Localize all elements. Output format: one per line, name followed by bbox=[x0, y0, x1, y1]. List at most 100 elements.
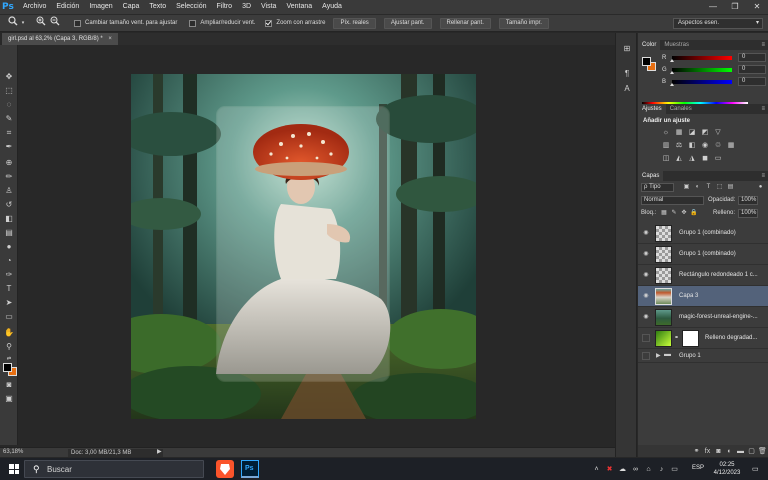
shape-tool-icon[interactable]: ▭ bbox=[3, 311, 15, 323]
lock-all-icon[interactable]: 🔒 bbox=[690, 209, 698, 217]
lock-transparency-icon[interactable]: ▦ bbox=[660, 209, 668, 217]
fill-input[interactable]: 100% bbox=[738, 209, 758, 218]
channel-mixer-icon[interactable]: ♲ bbox=[712, 141, 724, 151]
visibility-off-box[interactable] bbox=[642, 334, 650, 342]
red-slider[interactable]: R 0 bbox=[662, 53, 766, 63]
actual-pixels-button[interactable]: Píx. reales bbox=[333, 17, 376, 29]
blue-slider[interactable]: B 0 bbox=[662, 77, 766, 87]
creative-cloud-icon[interactable]: ∞ bbox=[629, 466, 642, 473]
history-panel-icon[interactable]: ⊞ bbox=[621, 43, 633, 55]
quick-selection-tool-icon[interactable]: ✎ bbox=[3, 113, 15, 125]
print-size-button[interactable]: Tamaño impr. bbox=[498, 17, 549, 29]
hand-tool-icon[interactable]: ✋ bbox=[3, 327, 15, 339]
menu-seleccion[interactable]: Selección bbox=[171, 0, 211, 14]
canvas-area[interactable] bbox=[19, 45, 615, 445]
fit-screen-button[interactable]: Ajustar pant. bbox=[383, 17, 432, 29]
new-layer-icon[interactable]: ▢ bbox=[746, 447, 757, 455]
status-menu-arrow[interactable]: ▶ bbox=[157, 448, 162, 455]
windows-start-icon[interactable] bbox=[9, 464, 19, 474]
layer-name[interactable]: Rectángulo redondeado 1 c... bbox=[679, 272, 758, 278]
crop-tool-icon[interactable]: ⌗ bbox=[3, 127, 15, 139]
antivirus-tray-icon[interactable]: ✖ bbox=[603, 465, 616, 473]
taskbar-clock[interactable]: 02:25 4/12/2023 bbox=[708, 461, 746, 477]
maximize-button[interactable]: ❐ bbox=[724, 0, 746, 14]
layer-row[interactable]: ⚭ Relleno degradad... bbox=[638, 328, 768, 349]
chevron-down-icon[interactable]: ▾ bbox=[20, 16, 26, 30]
zoom-out-icon[interactable] bbox=[48, 16, 62, 30]
layer-filter-select[interactable]: ρ Tipo bbox=[641, 183, 674, 192]
new-group-icon[interactable]: ▬ bbox=[735, 448, 746, 455]
checkbox-box[interactable] bbox=[189, 19, 197, 27]
green-slider[interactable]: G 0 bbox=[662, 65, 766, 75]
color-balance-icon[interactable]: ⚖ bbox=[673, 141, 685, 151]
path-selection-tool-icon[interactable]: ➤ bbox=[3, 297, 15, 309]
invert-icon[interactable]: ◫ bbox=[660, 154, 672, 164]
chevron-up-icon[interactable]: ˄ bbox=[590, 466, 603, 473]
green-track[interactable] bbox=[672, 68, 732, 72]
menu-ventana[interactable]: Ventana bbox=[281, 0, 317, 14]
levels-icon[interactable]: ▦ bbox=[673, 128, 685, 138]
layer-row-selected[interactable]: ◉ Capa 3 bbox=[638, 286, 768, 307]
visibility-eye-icon[interactable]: ◉ bbox=[642, 293, 650, 299]
marquee-tool-icon[interactable]: ⬚ bbox=[3, 85, 15, 97]
layer-row[interactable]: ◉ magic-forest-unreal-engine-... bbox=[638, 307, 768, 328]
move-tool-icon[interactable]: ✥ bbox=[3, 71, 15, 83]
healing-brush-tool-icon[interactable]: ⊕ bbox=[3, 157, 15, 169]
gradient-map-icon[interactable]: ▭ bbox=[712, 154, 724, 164]
fill-screen-button[interactable]: Rellenar pant. bbox=[439, 17, 491, 29]
network-icon[interactable]: ⌂ bbox=[642, 466, 655, 473]
resize-windows-checkbox[interactable]: Cambiar tamaño vent. para ajustar bbox=[74, 19, 177, 27]
menu-capa[interactable]: Capa bbox=[118, 0, 145, 14]
dodge-tool-icon[interactable]: ◔ bbox=[3, 255, 15, 267]
curves-icon[interactable]: ◪ bbox=[686, 128, 698, 138]
history-brush-tool-icon[interactable]: ↺ bbox=[3, 199, 15, 211]
layer-row[interactable]: ◉ Grupo 1 (combinado) bbox=[638, 244, 768, 265]
layer-style-icon[interactable]: fx bbox=[702, 448, 713, 455]
layer-name[interactable]: magic-forest-unreal-engine-... bbox=[679, 314, 758, 320]
visibility-eye-icon[interactable]: ◉ bbox=[642, 272, 650, 278]
menu-archivo[interactable]: Archivo bbox=[18, 0, 51, 14]
posterize-icon[interactable]: ◭ bbox=[673, 154, 685, 164]
brush-tool-icon[interactable]: ✏ bbox=[3, 171, 15, 183]
notification-icon[interactable]: ▭ bbox=[752, 465, 759, 473]
language-indicator[interactable]: ESP bbox=[692, 465, 704, 471]
paragraph-panel-icon[interactable]: ¶ bbox=[621, 68, 633, 80]
taskbar-search[interactable]: ⚲ Buscar bbox=[24, 460, 204, 478]
zoom-in-icon[interactable] bbox=[34, 16, 48, 30]
quick-mask-icon[interactable]: ◙ bbox=[3, 379, 15, 391]
checkbox-box[interactable] bbox=[74, 19, 81, 27]
eraser-tool-icon[interactable]: ◧ bbox=[3, 213, 15, 225]
exposure-icon[interactable]: ◩ bbox=[699, 128, 711, 138]
delete-layer-icon[interactable]: 🗑 bbox=[757, 447, 768, 455]
black-white-icon[interactable]: ◧ bbox=[686, 141, 698, 151]
visibility-eye-icon[interactable]: ◉ bbox=[642, 314, 650, 320]
menu-vista[interactable]: Vista bbox=[256, 0, 281, 14]
zoom-tool-icon[interactable] bbox=[6, 16, 20, 30]
volume-icon[interactable]: ♪ bbox=[655, 466, 668, 473]
foreground-color-swatch[interactable] bbox=[3, 363, 12, 372]
pen-tool-icon[interactable]: ✑ bbox=[3, 269, 15, 281]
scrubby-zoom-checkbox[interactable]: Zoom con arrastre bbox=[265, 19, 325, 27]
blue-track[interactable] bbox=[672, 80, 732, 84]
blue-value[interactable]: 0 bbox=[738, 77, 766, 86]
menu-ayuda[interactable]: Ayuda bbox=[317, 0, 347, 14]
visibility-eye-icon[interactable]: ◉ bbox=[642, 251, 650, 257]
close-window-button[interactable]: ✕ bbox=[746, 0, 768, 14]
threshold-icon[interactable]: ◮ bbox=[686, 154, 698, 164]
zoom-level[interactable]: 63,18% bbox=[3, 449, 23, 455]
menu-imagen[interactable]: Imagen bbox=[84, 0, 117, 14]
blur-tool-icon[interactable]: ● bbox=[3, 241, 15, 253]
checkbox-box-checked[interactable] bbox=[265, 19, 273, 27]
color-lookup-icon[interactable]: ▦ bbox=[725, 141, 737, 151]
cloud-tray-icon[interactable]: ☁ bbox=[616, 465, 629, 473]
layer-name[interactable]: Capa 3 bbox=[679, 293, 698, 299]
brave-browser-icon[interactable] bbox=[216, 460, 234, 478]
document-canvas[interactable] bbox=[131, 74, 476, 419]
selective-color-icon[interactable]: ◼ bbox=[699, 154, 711, 164]
green-value[interactable]: 0 bbox=[738, 65, 766, 74]
filter-adjustment-icon[interactable]: ◐ bbox=[693, 183, 702, 192]
filter-pixel-icon[interactable]: ▣ bbox=[682, 183, 691, 192]
new-adjustment-icon[interactable]: ◐ bbox=[724, 448, 735, 455]
zoom-tool-icon[interactable]: ⚲ bbox=[3, 341, 15, 353]
document-tab[interactable]: girl.psd al 63,2% (Capa 3, RGB/8) * × bbox=[2, 33, 118, 45]
